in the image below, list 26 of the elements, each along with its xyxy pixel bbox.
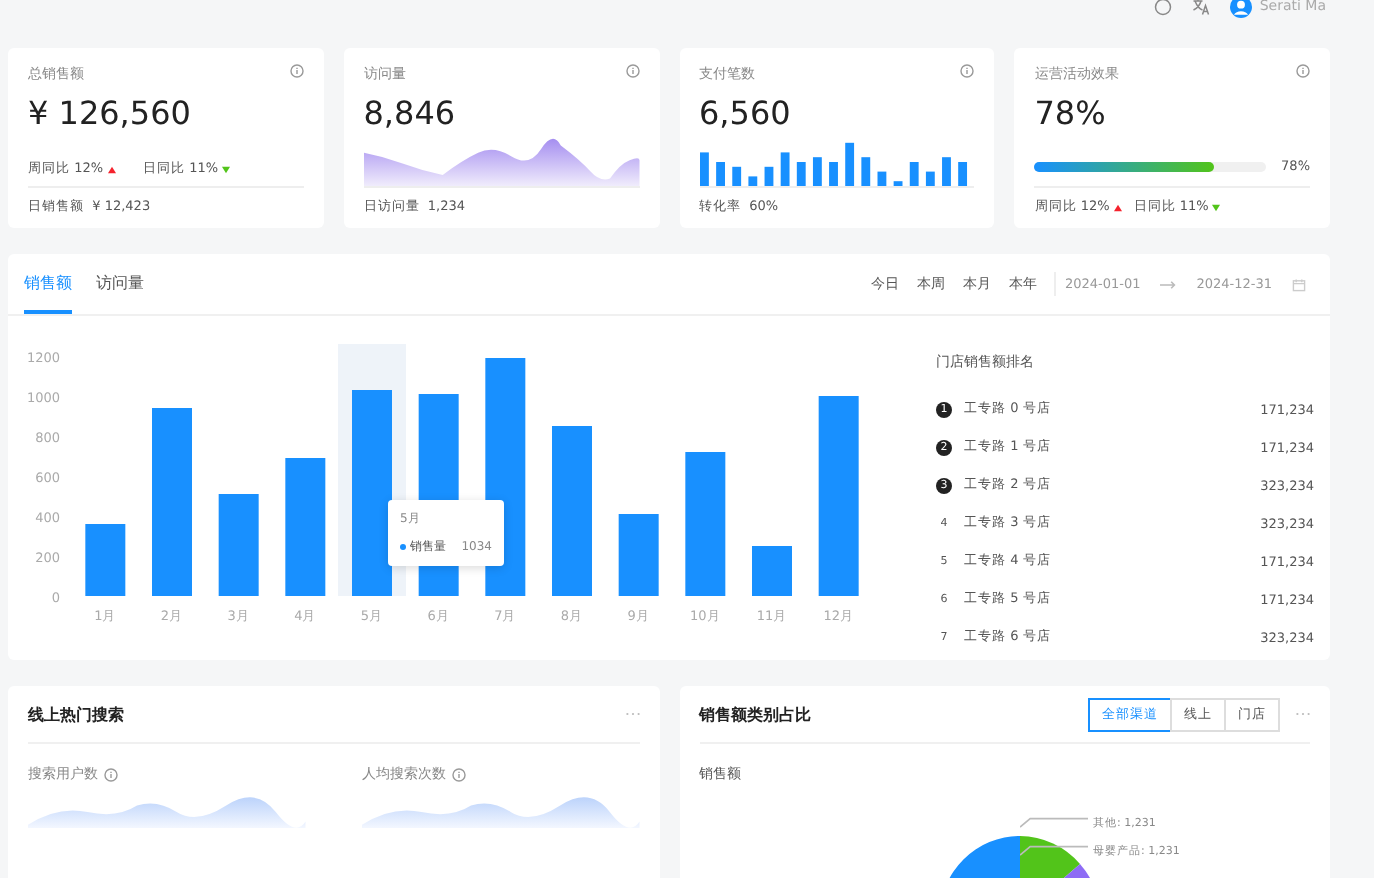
- series-dot-icon: [400, 544, 406, 550]
- info-icon[interactable]: [289, 64, 304, 78]
- card-title: 销售额类别占比: [699, 703, 811, 725]
- bar: [752, 546, 792, 596]
- card-title: 线上热门搜索: [28, 703, 124, 725]
- leader-line: [1019, 844, 1087, 856]
- info-icon[interactable]: [451, 767, 466, 781]
- bar: [618, 514, 659, 596]
- bar: [218, 494, 259, 596]
- info-icon[interactable]: [960, 64, 975, 78]
- bar: [685, 452, 726, 596]
- info-icon[interactable]: [104, 767, 118, 781]
- bar: [285, 458, 326, 596]
- stat-value: ¥ 126,560: [28, 94, 193, 132]
- stat-value: 78%: [1034, 94, 1108, 132]
- bar: [85, 524, 126, 596]
- info-icon[interactable]: [1296, 64, 1310, 78]
- calendar-icon: [1292, 277, 1306, 291]
- stat-value: 6,560: [699, 94, 793, 132]
- chart-tab[interactable]: 访问量: [96, 254, 144, 314]
- leader-line: [1019, 816, 1087, 828]
- stat-value: 8,846: [363, 94, 458, 132]
- avatar-icon[interactable]: [1229, 0, 1252, 17]
- info-icon[interactable]: [625, 64, 639, 78]
- translate-icon[interactable]: [1191, 0, 1210, 15]
- arrow-icon: [1160, 279, 1177, 289]
